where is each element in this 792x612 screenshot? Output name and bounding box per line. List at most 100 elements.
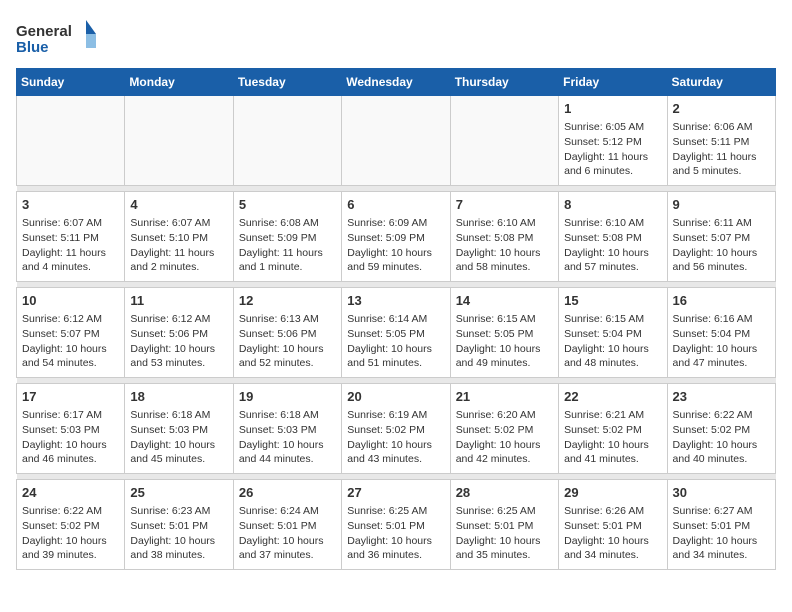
day-number: 5 — [239, 196, 336, 214]
calendar-cell: 20Sunrise: 6:19 AMSunset: 5:02 PMDayligh… — [342, 384, 450, 474]
calendar-cell: 16Sunrise: 6:16 AMSunset: 5:04 PMDayligh… — [667, 288, 775, 378]
calendar-cell: 2Sunrise: 6:06 AMSunset: 5:11 PMDaylight… — [667, 96, 775, 186]
calendar-cell: 24Sunrise: 6:22 AMSunset: 5:02 PMDayligh… — [17, 480, 125, 570]
calendar-cell: 30Sunrise: 6:27 AMSunset: 5:01 PMDayligh… — [667, 480, 775, 570]
day-info: Sunset: 5:05 PM — [456, 327, 553, 342]
day-info: Sunset: 5:04 PM — [564, 327, 661, 342]
day-number: 12 — [239, 292, 336, 310]
day-info: Daylight: 10 hours and 59 minutes. — [347, 246, 444, 275]
svg-text:Blue: Blue — [16, 39, 49, 56]
day-info: Sunrise: 6:27 AM — [673, 504, 770, 519]
day-info: Daylight: 10 hours and 36 minutes. — [347, 534, 444, 563]
calendar-cell — [342, 96, 450, 186]
day-info: Sunrise: 6:18 AM — [130, 408, 227, 423]
day-info: Sunrise: 6:21 AM — [564, 408, 661, 423]
day-info: Daylight: 10 hours and 47 minutes. — [673, 342, 770, 371]
weekday-header: Friday — [559, 69, 667, 96]
day-info: Daylight: 10 hours and 39 minutes. — [22, 534, 119, 563]
calendar-cell: 23Sunrise: 6:22 AMSunset: 5:02 PMDayligh… — [667, 384, 775, 474]
day-info: Sunset: 5:02 PM — [456, 423, 553, 438]
day-number: 11 — [130, 292, 227, 310]
day-info: Sunset: 5:11 PM — [673, 135, 770, 150]
day-info: Daylight: 10 hours and 34 minutes. — [564, 534, 661, 563]
day-number: 8 — [564, 196, 661, 214]
day-info: Sunset: 5:11 PM — [22, 231, 119, 246]
day-info: Sunrise: 6:24 AM — [239, 504, 336, 519]
day-info: Daylight: 11 hours and 6 minutes. — [564, 150, 661, 179]
day-info: Daylight: 10 hours and 43 minutes. — [347, 438, 444, 467]
day-info: Daylight: 11 hours and 2 minutes. — [130, 246, 227, 275]
day-info: Sunrise: 6:08 AM — [239, 216, 336, 231]
day-info: Sunset: 5:02 PM — [347, 423, 444, 438]
day-number: 14 — [456, 292, 553, 310]
day-number: 18 — [130, 388, 227, 406]
day-number: 23 — [673, 388, 770, 406]
weekday-header: Saturday — [667, 69, 775, 96]
day-info: Daylight: 10 hours and 48 minutes. — [564, 342, 661, 371]
day-info: Sunset: 5:01 PM — [673, 519, 770, 534]
day-number: 29 — [564, 484, 661, 502]
day-info: Sunset: 5:03 PM — [130, 423, 227, 438]
day-info: Sunset: 5:04 PM — [673, 327, 770, 342]
day-info: Sunrise: 6:15 AM — [564, 312, 661, 327]
calendar-cell: 28Sunrise: 6:25 AMSunset: 5:01 PMDayligh… — [450, 480, 558, 570]
day-number: 24 — [22, 484, 119, 502]
day-info: Sunset: 5:03 PM — [239, 423, 336, 438]
day-number: 22 — [564, 388, 661, 406]
day-info: Daylight: 10 hours and 58 minutes. — [456, 246, 553, 275]
day-number: 7 — [456, 196, 553, 214]
day-info: Sunrise: 6:10 AM — [564, 216, 661, 231]
weekday-header: Monday — [125, 69, 233, 96]
day-info: Sunset: 5:08 PM — [564, 231, 661, 246]
day-info: Sunset: 5:10 PM — [130, 231, 227, 246]
day-info: Daylight: 10 hours and 45 minutes. — [130, 438, 227, 467]
weekday-header: Wednesday — [342, 69, 450, 96]
day-info: Sunset: 5:09 PM — [239, 231, 336, 246]
calendar-cell: 26Sunrise: 6:24 AMSunset: 5:01 PMDayligh… — [233, 480, 341, 570]
day-info: Daylight: 10 hours and 40 minutes. — [673, 438, 770, 467]
calendar-cell: 14Sunrise: 6:15 AMSunset: 5:05 PMDayligh… — [450, 288, 558, 378]
calendar-cell: 4Sunrise: 6:07 AMSunset: 5:10 PMDaylight… — [125, 192, 233, 282]
calendar-cell: 17Sunrise: 6:17 AMSunset: 5:03 PMDayligh… — [17, 384, 125, 474]
calendar-cell — [233, 96, 341, 186]
calendar-cell: 21Sunrise: 6:20 AMSunset: 5:02 PMDayligh… — [450, 384, 558, 474]
day-info: Daylight: 11 hours and 1 minute. — [239, 246, 336, 275]
day-info: Daylight: 10 hours and 42 minutes. — [456, 438, 553, 467]
calendar-cell: 25Sunrise: 6:23 AMSunset: 5:01 PMDayligh… — [125, 480, 233, 570]
day-info: Daylight: 11 hours and 4 minutes. — [22, 246, 119, 275]
day-info: Daylight: 10 hours and 52 minutes. — [239, 342, 336, 371]
calendar-cell: 13Sunrise: 6:14 AMSunset: 5:05 PMDayligh… — [342, 288, 450, 378]
day-info: Sunrise: 6:06 AM — [673, 120, 770, 135]
day-info: Daylight: 10 hours and 38 minutes. — [130, 534, 227, 563]
calendar-cell: 3Sunrise: 6:07 AMSunset: 5:11 PMDaylight… — [17, 192, 125, 282]
calendar-cell: 19Sunrise: 6:18 AMSunset: 5:03 PMDayligh… — [233, 384, 341, 474]
day-info: Sunset: 5:02 PM — [564, 423, 661, 438]
day-number: 19 — [239, 388, 336, 406]
day-info: Sunrise: 6:12 AM — [130, 312, 227, 327]
day-info: Daylight: 10 hours and 46 minutes. — [22, 438, 119, 467]
weekday-header: Tuesday — [233, 69, 341, 96]
day-info: Daylight: 10 hours and 35 minutes. — [456, 534, 553, 563]
day-info: Sunrise: 6:22 AM — [673, 408, 770, 423]
weekday-header: Thursday — [450, 69, 558, 96]
day-info: Sunrise: 6:17 AM — [22, 408, 119, 423]
day-info: Sunrise: 6:23 AM — [130, 504, 227, 519]
calendar-cell: 6Sunrise: 6:09 AMSunset: 5:09 PMDaylight… — [342, 192, 450, 282]
day-number: 27 — [347, 484, 444, 502]
day-info: Sunrise: 6:18 AM — [239, 408, 336, 423]
day-number: 9 — [673, 196, 770, 214]
calendar-cell: 27Sunrise: 6:25 AMSunset: 5:01 PMDayligh… — [342, 480, 450, 570]
day-info: Daylight: 10 hours and 57 minutes. — [564, 246, 661, 275]
day-info: Sunrise: 6:16 AM — [673, 312, 770, 327]
day-info: Sunrise: 6:22 AM — [22, 504, 119, 519]
day-info: Sunrise: 6:15 AM — [456, 312, 553, 327]
day-number: 26 — [239, 484, 336, 502]
day-number: 3 — [22, 196, 119, 214]
day-info: Sunrise: 6:11 AM — [673, 216, 770, 231]
day-info: Sunset: 5:08 PM — [456, 231, 553, 246]
day-info: Sunset: 5:01 PM — [347, 519, 444, 534]
day-info: Sunset: 5:01 PM — [130, 519, 227, 534]
calendar-cell: 8 Sunrise: 6:10 AMSunset: 5:08 PMDaylight… — [559, 192, 667, 282]
calendar-cell: 12Sunrise: 6:13 AMSunset: 5:06 PMDayligh… — [233, 288, 341, 378]
calendar-cell — [450, 96, 558, 186]
